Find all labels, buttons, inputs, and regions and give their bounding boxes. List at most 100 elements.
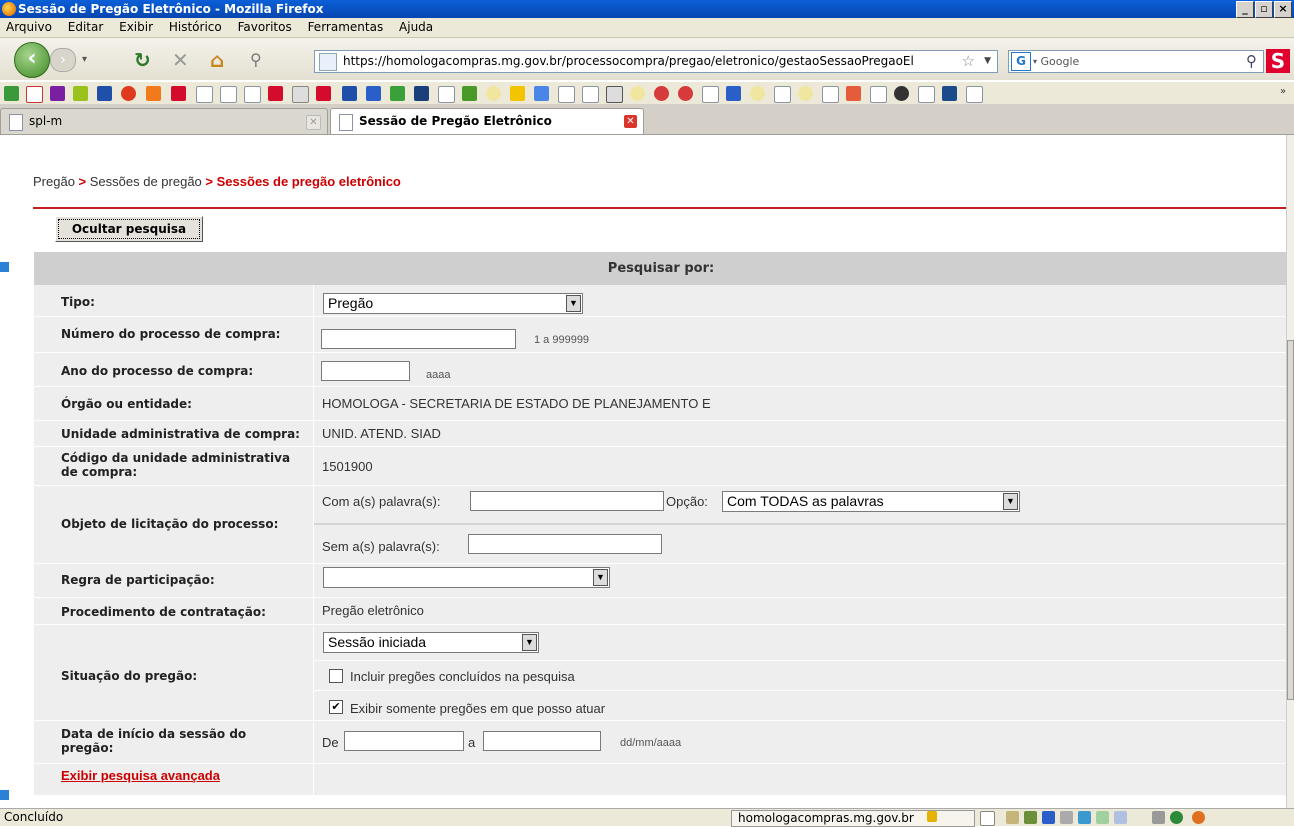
page-icon[interactable] (980, 811, 995, 826)
tab-sessao-pregao[interactable]: Sessão de Pregão Eletrônico ✕ (330, 108, 644, 134)
bookmark-icon[interactable] (390, 86, 405, 101)
bookmark-icon[interactable] (146, 86, 161, 101)
bookmark-icon[interactable] (316, 86, 331, 101)
page-bookmark-icon[interactable] (244, 86, 261, 103)
oi-bookmark-icon[interactable] (121, 86, 136, 101)
bookmark-icon[interactable] (268, 86, 283, 101)
data-fim-input[interactable] (483, 731, 601, 751)
page-bookmark-icon[interactable] (196, 86, 213, 103)
bookmark-icon[interactable] (798, 86, 813, 101)
tab-close-icon[interactable]: ✕ (624, 115, 637, 128)
bookmark-icon[interactable] (654, 86, 669, 101)
bookmark-icon[interactable] (486, 86, 501, 101)
advanced-search-link[interactable]: Exibir pesquisa avançada (61, 768, 220, 783)
situacao-select[interactable]: Sessão iniciada ▼ (323, 632, 539, 653)
breadcrumb-item[interactable]: Sessões de pregão (90, 174, 202, 189)
url-dropdown-icon[interactable]: ▼ (984, 51, 991, 72)
chart-icon[interactable] (1114, 811, 1127, 824)
data-inicio-input[interactable] (344, 731, 464, 751)
itau-bookmark-icon[interactable] (97, 86, 112, 101)
reload-icon[interactable]: ↻ (134, 48, 151, 72)
s-addon-icon[interactable]: S (1266, 49, 1290, 73)
print-icon[interactable] (1060, 811, 1073, 824)
menu-historico[interactable]: Histórico (169, 20, 222, 34)
tab-spl-m[interactable]: spl-m ✕ (0, 108, 328, 134)
history-dropdown-icon[interactable]: ▾ (82, 54, 87, 65)
hide-search-button[interactable]: Ocultar pesquisa (55, 216, 203, 242)
refresh-icon[interactable] (1078, 811, 1091, 824)
com-palavras-input[interactable] (470, 491, 664, 511)
search-box[interactable]: G ▾ Google ⚲ (1008, 50, 1264, 73)
sem-palavras-input[interactable] (468, 534, 662, 554)
scrollbar-thumb[interactable] (1287, 340, 1294, 700)
page-bookmark-icon[interactable] (558, 86, 575, 103)
maximize-button[interactable]: ▫ (1255, 1, 1273, 18)
stop-icon[interactable]: ✕ (172, 48, 189, 72)
page-bookmark-icon[interactable] (822, 86, 839, 103)
breadcrumb-item[interactable]: Pregão (33, 174, 75, 189)
bookmark-icon[interactable] (678, 86, 693, 101)
bookmark-icon[interactable] (171, 86, 186, 101)
regra-select[interactable]: ▼ (323, 567, 610, 588)
lock-icon[interactable] (927, 811, 937, 822)
bookmark-icon[interactable] (534, 86, 549, 101)
numero-input[interactable] (321, 329, 516, 349)
bookmark-icon[interactable] (292, 86, 309, 103)
bookmark-icon[interactable] (846, 86, 861, 101)
menu-exibir[interactable]: Exibir (119, 20, 153, 34)
page-bookmark-icon[interactable] (702, 86, 719, 103)
save-icon[interactable] (1042, 811, 1055, 824)
bookmark-icon[interactable] (342, 86, 357, 101)
sun-bookmark-icon[interactable] (942, 86, 957, 101)
bookmark-icon[interactable] (366, 86, 381, 101)
addon-icon[interactable] (1024, 811, 1037, 824)
yahoo-bookmark-icon[interactable] (50, 86, 65, 101)
bookmark-star-icon[interactable]: ☆ (962, 51, 975, 72)
ano-input[interactable] (321, 361, 410, 381)
url-bar[interactable]: https://homologacompras.mg.gov.br/proces… (314, 50, 998, 73)
incluir-concluidos-checkbox[interactable] (329, 669, 343, 683)
page-bookmark-icon[interactable] (774, 86, 791, 103)
search-placeholder: Google (1040, 55, 1080, 68)
pencil-icon[interactable] (1006, 811, 1019, 824)
menu-ajuda[interactable]: Ajuda (399, 20, 433, 34)
forward-button[interactable]: › (50, 48, 76, 72)
addon-icon[interactable] (1170, 811, 1183, 824)
menu-ferramentas[interactable]: Ferramentas (308, 20, 384, 34)
tab-close-icon[interactable]: ✕ (306, 115, 321, 130)
chevron-more-icon[interactable]: » (1280, 86, 1286, 97)
page-bookmark-icon[interactable] (966, 86, 983, 103)
page-bookmark-icon[interactable] (220, 86, 237, 103)
bookmark-icon[interactable] (750, 86, 765, 101)
tools-icon[interactable] (1152, 811, 1165, 824)
search-icon[interactable]: ⚲ (1246, 51, 1257, 72)
addon-icon[interactable] (1096, 811, 1109, 824)
bookmark-icon[interactable] (894, 86, 909, 101)
minimize-button[interactable]: _ (1236, 1, 1254, 18)
bookmark-icon[interactable] (4, 86, 19, 101)
page-bookmark-icon[interactable] (438, 86, 455, 103)
bookmark-icon[interactable] (510, 86, 525, 101)
page-bookmark-icon[interactable] (870, 86, 887, 103)
tipo-select[interactable]: Pregão ▼ (323, 293, 583, 314)
addon-icon[interactable]: ⚲ (250, 50, 262, 69)
back-button[interactable]: ‹ (14, 42, 50, 78)
bookmark-icon[interactable] (462, 86, 477, 101)
bookmark-icon[interactable] (726, 86, 741, 101)
opcao-select[interactable]: Com TODAS as palavras ▼ (722, 491, 1020, 512)
menu-arquivo[interactable]: Arquivo (6, 20, 52, 34)
home-icon[interactable]: ⌂ (210, 48, 224, 72)
close-button[interactable]: × (1274, 1, 1292, 18)
bookmark-icon[interactable] (73, 86, 88, 101)
google-engine-icon[interactable]: G (1011, 52, 1031, 71)
bookmark-icon[interactable] (606, 86, 623, 103)
menu-favoritos[interactable]: Favoritos (238, 20, 292, 34)
firefox-icon[interactable] (1192, 811, 1205, 824)
menu-editar[interactable]: Editar (68, 20, 104, 34)
page-bookmark-icon[interactable] (582, 86, 599, 103)
gmail-bookmark-icon[interactable] (26, 86, 43, 103)
bookmark-icon[interactable] (414, 86, 429, 101)
somente-atuar-checkbox[interactable]: ✔ (329, 700, 343, 714)
bookmark-icon[interactable] (630, 86, 645, 101)
page-bookmark-icon[interactable] (918, 86, 935, 103)
